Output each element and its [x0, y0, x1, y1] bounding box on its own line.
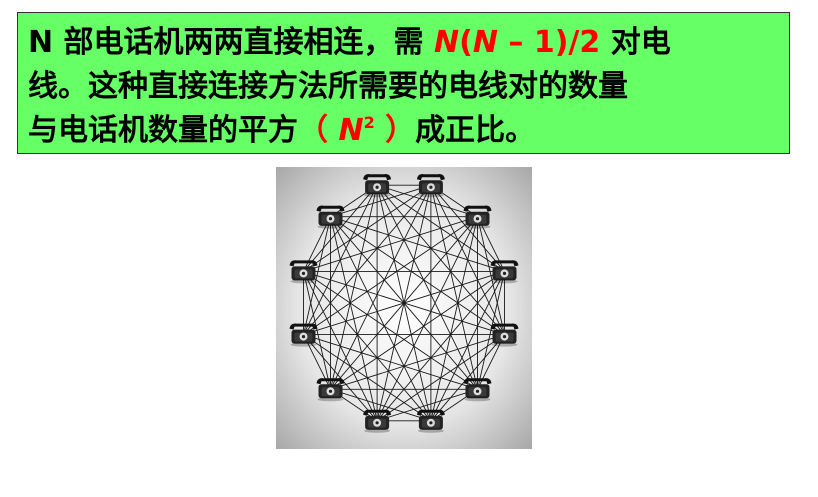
statement-line-3: 与电话机数量的平方（ N2 ）成正比。	[28, 109, 779, 153]
telephone-mesh-svg	[276, 167, 532, 449]
paren-open: （	[298, 113, 339, 148]
paren-close: ）	[374, 113, 416, 148]
line1-prefix: N 部电话机两两直接相连，需	[28, 25, 434, 60]
formula-open-paren: (	[459, 25, 473, 60]
formula-rest: – 1)/2	[497, 25, 601, 60]
statement-box: N 部电话机两两直接相连，需 N(N – 1)/2 对电 线。这种直接连接方法所…	[17, 12, 790, 154]
statement-line-1: N 部电话机两两直接相连，需 N(N – 1)/2 对电	[28, 21, 779, 65]
n-squared-base: N	[338, 113, 364, 148]
telephone-mesh-diagram	[276, 167, 532, 449]
statement-line-2: 线。这种直接连接方法所需要的电线对的数量	[28, 69, 628, 104]
line3-suffix: 成正比。	[415, 113, 536, 148]
formula-n-inner: N	[472, 25, 498, 60]
line3-prefix: 与电话机数量的平方	[28, 113, 298, 148]
diagram-background	[276, 167, 532, 449]
n-squared-exponent: 2	[363, 113, 375, 132]
formula-n: N	[434, 25, 460, 60]
line1-suffix: 对电	[600, 25, 671, 60]
